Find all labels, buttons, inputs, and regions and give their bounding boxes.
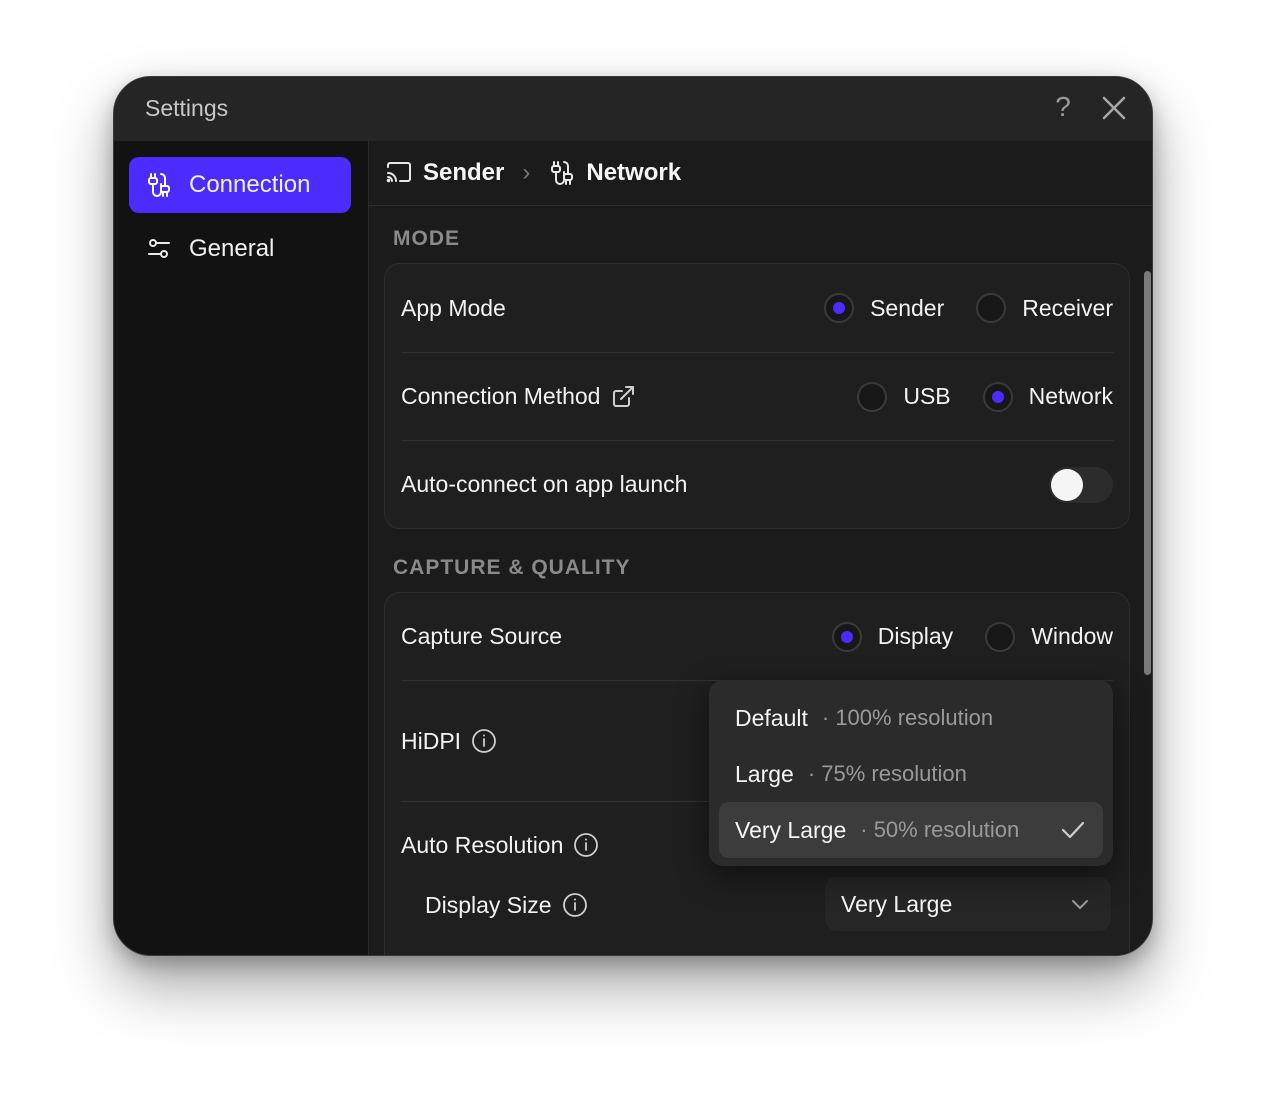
- auto-resolution-text: Auto Resolution: [401, 831, 564, 858]
- connection-method-row: Connection Method USB Network: [401, 353, 1113, 440]
- info-icon[interactable]: [471, 728, 497, 754]
- radio-button[interactable]: [982, 381, 1013, 412]
- menu-item-label: Very Large: [735, 816, 847, 843]
- connection-method-radio-group: USB Network: [825, 381, 1113, 412]
- radio-label: USB: [903, 383, 951, 409]
- hidpi-text: HiDPI: [401, 727, 462, 754]
- capture-display-option[interactable]: Display: [831, 621, 954, 652]
- sidebar-item-label: Connection: [189, 171, 311, 198]
- app-mode-radio-group: Sender Receiver: [792, 293, 1113, 323]
- display-size-value: Very Large: [841, 890, 953, 917]
- auto-connect-label: Auto-connect on app launch: [401, 471, 688, 497]
- radio-label: Window: [1031, 623, 1113, 649]
- auto-connect-toggle[interactable]: [1049, 466, 1113, 503]
- radio-button[interactable]: [831, 621, 862, 652]
- cast-icon: [385, 159, 413, 187]
- sidebar-item-connection[interactable]: Connection: [129, 157, 351, 213]
- menu-item-label: Large: [735, 760, 794, 787]
- title-bar: Settings ?: [114, 77, 1152, 141]
- display-size-label: Display Size: [425, 892, 588, 919]
- display-size-text: Display Size: [425, 891, 552, 918]
- connection-usb-option[interactable]: USB: [857, 381, 951, 412]
- external-link-icon[interactable]: [610, 384, 636, 410]
- app-mode-row: App Mode Sender Receiver: [401, 264, 1113, 352]
- radio-button[interactable]: [857, 381, 888, 412]
- capture-source-radio-group: Display Window: [800, 621, 1113, 652]
- info-icon[interactable]: [562, 892, 588, 918]
- section-label-capture: CAPTURE & QUALITY: [393, 556, 631, 579]
- capture-source-label: Capture Source: [401, 623, 563, 649]
- app-mode-label: App Mode: [401, 294, 506, 321]
- help-button[interactable]: ?: [1051, 91, 1075, 123]
- sidebar: Connection General: [114, 141, 369, 955]
- capture-source-row: Capture Source Display Window: [401, 593, 1113, 680]
- connection-method-text: Connection Method: [401, 383, 601, 409]
- radio-button[interactable]: [824, 293, 855, 323]
- scrollbar[interactable]: [1144, 271, 1151, 675]
- toggle-knob: [1051, 468, 1083, 501]
- menu-item-detail: · 100% resolution: [821, 705, 994, 730]
- close-button[interactable]: [1100, 94, 1128, 122]
- checkmark-icon: [1059, 816, 1087, 844]
- hidpi-label: HiDPI: [401, 728, 497, 755]
- capture-window-option[interactable]: Window: [985, 621, 1113, 652]
- auto-resolution-label: Auto Resolution: [401, 832, 599, 859]
- info-icon[interactable]: [573, 832, 599, 858]
- radio-label: Display: [877, 623, 954, 649]
- cable-icon: [145, 171, 173, 199]
- window-title: Settings: [145, 95, 229, 121]
- radio-button[interactable]: [985, 621, 1016, 652]
- radio-label: Sender: [870, 294, 945, 321]
- sidebar-item-label: General: [189, 235, 275, 262]
- menu-item-detail: · 50% resolution: [860, 817, 1020, 842]
- breadcrumb-separator: ›: [522, 159, 531, 186]
- sidebar-item-general[interactable]: General: [129, 221, 351, 277]
- mode-card: App Mode Sender Receiver Connection Meth…: [384, 263, 1130, 529]
- cable-icon: [548, 159, 576, 187]
- menu-item-large[interactable]: Large · 75% resolution: [719, 746, 1103, 802]
- settings-window: Settings ? Connection General Sender › N…: [113, 76, 1153, 956]
- breadcrumb-item-sender[interactable]: Sender: [423, 159, 504, 187]
- display-size-dropdown-menu: Default · 100% resolution Large · 75% re…: [709, 680, 1113, 866]
- menu-item-default[interactable]: Default · 100% resolution: [719, 690, 1103, 746]
- app-mode-sender-option[interactable]: Sender: [824, 293, 944, 323]
- menu-item-label: Default: [735, 704, 808, 731]
- display-size-select[interactable]: Very Large: [825, 877, 1111, 931]
- radio-label: Network: [1028, 383, 1113, 409]
- connection-network-option[interactable]: Network: [982, 381, 1113, 412]
- sliders-icon: [145, 235, 173, 263]
- radio-button[interactable]: [976, 293, 1007, 323]
- auto-connect-row: Auto-connect on app launch: [401, 441, 1113, 528]
- app-mode-receiver-option[interactable]: Receiver: [976, 293, 1113, 323]
- close-icon: [1102, 96, 1126, 120]
- chevron-down-icon: [1069, 893, 1091, 915]
- breadcrumb: Sender › Network: [369, 141, 1152, 206]
- menu-item-very-large[interactable]: Very Large · 50% resolution: [719, 802, 1103, 858]
- section-label-mode: MODE: [393, 227, 460, 250]
- breadcrumb-item-network: Network: [586, 159, 682, 186]
- radio-label: Receiver: [1022, 294, 1113, 321]
- connection-method-label: Connection Method: [401, 383, 636, 410]
- menu-item-detail: · 75% resolution: [807, 761, 967, 786]
